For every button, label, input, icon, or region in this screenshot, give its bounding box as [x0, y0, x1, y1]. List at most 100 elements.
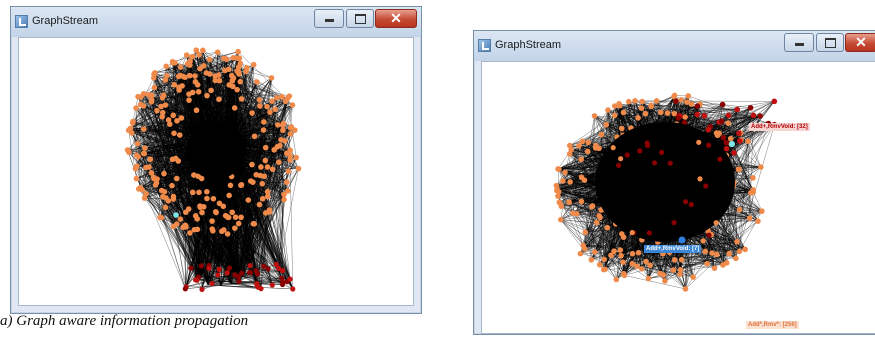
graph-node — [204, 93, 210, 99]
graph-node — [682, 114, 688, 120]
graph-node — [580, 139, 586, 145]
graph-node — [590, 203, 596, 209]
graph-node — [671, 267, 677, 273]
graph-node — [190, 190, 196, 196]
graph-node — [678, 97, 684, 103]
graph-node — [589, 257, 595, 263]
maximize-button[interactable] — [816, 33, 844, 52]
graph-canvas[interactable] — [18, 37, 414, 306]
graph-node — [148, 156, 154, 162]
graph-node — [197, 66, 203, 72]
graph-node — [261, 264, 266, 269]
graph-node — [621, 271, 627, 277]
graph-node — [141, 126, 147, 132]
graph-node — [204, 70, 210, 76]
graph-node — [251, 62, 257, 68]
minimize-icon — [795, 43, 804, 46]
graph-node — [257, 202, 263, 208]
close-button[interactable]: ✕ — [845, 33, 875, 52]
graph-node — [199, 263, 204, 268]
graph-node — [558, 217, 564, 223]
graph-canvas[interactable]: Add+,RmvVoid: [32] Add+,RmvVoid: [7] Add… — [481, 61, 875, 334]
java-app-icon — [15, 15, 28, 28]
graph-node — [254, 79, 260, 85]
graph-node — [639, 99, 645, 105]
graph-node — [246, 197, 252, 203]
graph-node — [706, 143, 711, 148]
graph-node — [143, 191, 149, 197]
graph-node — [630, 251, 636, 257]
graph-node — [601, 257, 607, 263]
graph-node — [652, 160, 657, 165]
graph-node — [647, 262, 653, 268]
graph-node — [592, 249, 598, 255]
graph-node — [230, 55, 236, 61]
graph-node — [173, 156, 179, 162]
figure-caption: a) Graph aware information propagation — [0, 313, 248, 330]
graph-node — [292, 127, 298, 133]
graph-node — [750, 175, 756, 181]
graph-node — [714, 220, 719, 225]
graph-node — [195, 82, 201, 88]
graph-node — [277, 143, 283, 149]
graph-node — [204, 189, 210, 195]
graph-node — [683, 286, 689, 292]
graph-node — [261, 119, 267, 125]
graph-node — [135, 141, 141, 147]
graph-node — [566, 199, 572, 205]
maximize-button[interactable] — [346, 9, 374, 28]
graph-node — [224, 56, 230, 62]
graph-node — [226, 193, 232, 199]
graph-node — [269, 75, 275, 81]
graph-node — [159, 188, 165, 194]
graph-node — [696, 140, 701, 145]
graph-node — [229, 78, 235, 84]
graph-node — [184, 52, 190, 58]
graph-node — [199, 287, 204, 292]
graph-node — [288, 131, 294, 137]
graph-node — [252, 133, 258, 139]
graph-node — [130, 119, 136, 125]
graph-node — [645, 143, 650, 148]
minimize-button[interactable] — [784, 33, 814, 52]
graph-node — [725, 120, 731, 126]
graph-node — [702, 249, 708, 255]
title-bar[interactable]: GraphStream ✕ — [11, 7, 421, 37]
graph-node — [614, 277, 620, 283]
graph-node — [183, 223, 189, 229]
graph-node — [635, 115, 641, 121]
graph-node — [169, 183, 175, 189]
stat-label-add-rmv: Add*,Rmv*: [256] — [746, 321, 799, 329]
graph-node — [611, 145, 616, 150]
graph-node — [647, 230, 652, 235]
graph-node — [279, 94, 285, 100]
graph-node — [270, 166, 276, 172]
graph-node — [612, 113, 618, 119]
graph-node — [582, 246, 588, 252]
graph-node — [721, 135, 727, 141]
graph-node — [678, 267, 684, 273]
minimize-icon — [325, 19, 334, 22]
graph-node — [163, 195, 169, 201]
graph-node — [737, 207, 743, 213]
graph-node — [215, 49, 221, 55]
graph-node — [192, 227, 198, 233]
graph-node — [159, 215, 165, 221]
graph-node — [249, 110, 255, 116]
graph-node — [702, 113, 708, 119]
graph-node — [133, 105, 139, 111]
graph-node — [646, 276, 652, 282]
graph-visualization — [482, 62, 875, 337]
graph-node — [206, 266, 211, 271]
graph-node — [239, 96, 245, 102]
title-bar[interactable]: GraphStream ✕ — [474, 31, 875, 61]
graph-node — [243, 69, 249, 75]
graph-node — [222, 68, 228, 74]
graph-node — [757, 113, 763, 119]
graph-node — [585, 140, 591, 146]
graph-node — [196, 89, 202, 95]
graph-node — [272, 106, 278, 112]
minimize-button[interactable] — [314, 9, 344, 28]
graph-node — [737, 249, 743, 255]
close-button[interactable]: ✕ — [375, 9, 417, 28]
